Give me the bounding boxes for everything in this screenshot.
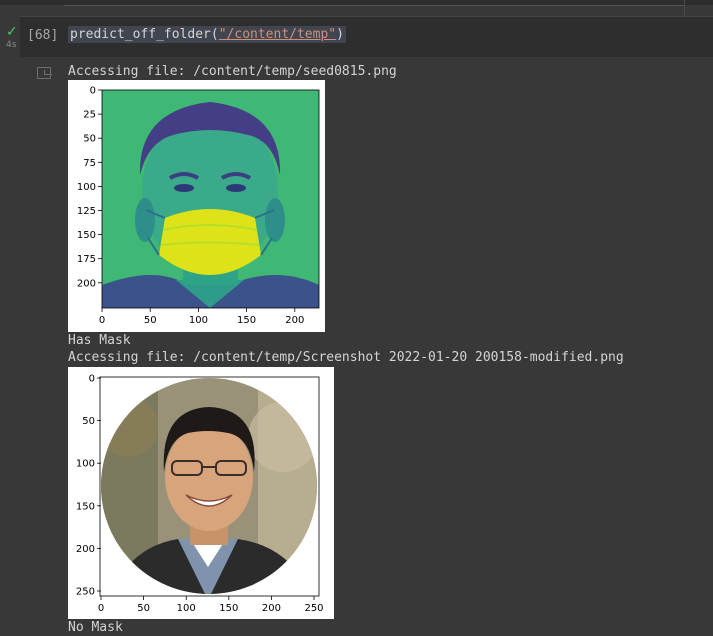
code-line[interactable]: predict_off_folder("/content/temp") bbox=[68, 26, 346, 43]
y-tick-label: 0 bbox=[89, 374, 95, 385]
y-tick-label: 125 bbox=[77, 206, 96, 217]
cell-top-divider bbox=[64, 5, 684, 6]
y-tick-label: 100 bbox=[77, 182, 96, 193]
output-access-line-2: Accessing file: /content/temp/Screenshot… bbox=[68, 350, 624, 365]
output-access-line-1: Accessing file: /content/temp/seed0815.p… bbox=[68, 64, 397, 79]
y-tick-label: 0 bbox=[90, 86, 96, 97]
y-tick-label: 200 bbox=[76, 544, 95, 555]
x-tick-label: 0 bbox=[99, 315, 105, 326]
y-tick-label: 175 bbox=[77, 254, 96, 265]
x-tick-label: 50 bbox=[137, 603, 150, 614]
portrait-image bbox=[101, 378, 317, 594]
output-icon[interactable] bbox=[37, 67, 52, 79]
x-tick-label: 150 bbox=[219, 603, 238, 614]
code-close-paren: ) bbox=[336, 27, 344, 42]
x-tick-label: 100 bbox=[189, 315, 208, 326]
image-plot-1: 0 50 100 150 200 0 25 50 75 100 125 150 175 200 bbox=[68, 80, 325, 332]
y-tick-label: 75 bbox=[83, 158, 96, 169]
x-tick-label: 250 bbox=[304, 603, 323, 614]
x-tick-label: 200 bbox=[285, 315, 304, 326]
x-tick-label: 100 bbox=[177, 603, 196, 614]
y-tick-label: 50 bbox=[82, 416, 95, 427]
check-icon: ✓ bbox=[6, 24, 18, 40]
code-function-call: predict_off_folder( bbox=[70, 27, 219, 42]
plot-2-svg: 0 50 100 150 200 250050100150200250 bbox=[76, 374, 324, 615]
output-result-2: No Mask bbox=[68, 620, 123, 635]
y-tick-label: 200 bbox=[77, 278, 96, 289]
x-tick-label: 200 bbox=[262, 603, 281, 614]
y-tick-label: 50 bbox=[83, 134, 96, 145]
execution-time: 4s bbox=[6, 40, 17, 50]
output-result-1: Has Mask bbox=[68, 333, 131, 348]
y-tick-label: 150 bbox=[76, 501, 95, 512]
image-plot-2: 0 50 100 150 200 250 0 50 100 150 200 250 bbox=[68, 367, 334, 619]
y-tick-label: 250 bbox=[76, 587, 95, 598]
x-tick-label: 150 bbox=[237, 315, 256, 326]
x-tick-label: 0 bbox=[98, 603, 104, 614]
y-tick-label: 25 bbox=[83, 110, 96, 121]
plot-1-svg: 0 50 100 150 200 0 25 50 75 100 125 150 175 200 bbox=[77, 86, 320, 326]
y-tick-label: 100 bbox=[76, 459, 95, 470]
execution-count: [68] bbox=[27, 28, 59, 43]
code-string-arg: "/content/temp" bbox=[218, 27, 337, 42]
masked-face-image bbox=[102, 90, 319, 308]
x-tick-label: 50 bbox=[144, 315, 157, 326]
y-tick-label: 150 bbox=[77, 230, 96, 241]
